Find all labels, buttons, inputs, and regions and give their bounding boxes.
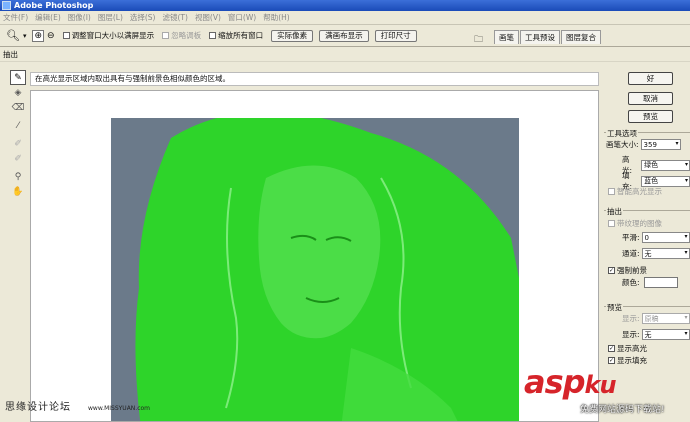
print-size-button[interactable]: 打印尺寸 <box>374 29 417 42</box>
eraser-tool[interactable]: ⌫ <box>10 100 26 115</box>
checkbox-box[interactable]: ✓ <box>608 345 615 352</box>
preview-button[interactable]: 预览 <box>628 110 673 123</box>
chevron-down-icon[interactable]: ▾ <box>685 177 688 184</box>
brush-size-input[interactable]: 359 ▾ <box>640 139 681 150</box>
image-preview[interactable] <box>111 118 519 421</box>
zoom-tool[interactable]: ⚲ <box>10 169 26 184</box>
zoom-tool-icon[interactable]: 🔍︎ <box>6 29 20 42</box>
extract-toolbar: ✎ ◈ ⌫ ⁄ ✐ ✐ ⚲ ✋ <box>8 70 28 199</box>
checkbox-box[interactable] <box>209 32 217 39</box>
cancel-button[interactable]: 取消 <box>628 92 673 105</box>
force-foreground-checkbox[interactable]: ✓ 强制前景 <box>608 265 647 276</box>
zoom-in-icon[interactable]: ⊕ <box>32 29 45 42</box>
chevron-down-icon[interactable]: ▾ <box>685 161 688 168</box>
textured-image-checkbox[interactable]: 带纹理的图像 <box>608 218 662 229</box>
tab-layer-comps[interactable]: 图层复合 <box>561 30 601 44</box>
highlight-select[interactable]: 绿色 ▾ <box>641 159 690 171</box>
ignore-palettes-checkbox[interactable]: 忽略调板 <box>162 30 201 41</box>
checkbox-box[interactable] <box>608 220 615 227</box>
menu-select[interactable]: 选择(S) <box>130 12 156 23</box>
fit-window-checkbox[interactable]: 调整窗口大小以满屏显示 <box>62 30 154 41</box>
smooth-input[interactable]: 0 ▾ <box>641 232 690 243</box>
checkbox-box[interactable]: ✓ <box>608 267 615 274</box>
preview-label: 预览 <box>606 302 623 313</box>
hand-tool[interactable]: ✋ <box>10 184 26 199</box>
dialog-title: 抽出 <box>0 47 690 62</box>
show-select[interactable]: 原稿 ▾ <box>641 313 690 324</box>
marker-icon: ✎ <box>14 72 22 83</box>
tool-options-label: 工具选项 <box>606 128 638 139</box>
chevron-down-icon[interactable]: ▾ <box>23 32 27 40</box>
chevron-down-icon[interactable]: ▾ <box>685 314 688 321</box>
channel-select[interactable]: 无 ▾ <box>641 248 690 259</box>
menu-layer[interactable]: 图层(L) <box>98 12 123 23</box>
menu-edit[interactable]: 编辑(E) <box>35 12 61 23</box>
hint-text: 在高光显示区域内取出具有与强制前景色相似颜色的区域。 <box>30 72 599 86</box>
watermark-logo: aspku <box>524 363 617 401</box>
color-swatch[interactable] <box>643 277 678 288</box>
tab-tool-presets[interactable]: 工具预设 <box>520 30 560 44</box>
checkbox-box[interactable] <box>608 188 615 195</box>
menu-window[interactable]: 窗口(W) <box>228 12 256 23</box>
checkbox-box[interactable] <box>162 32 170 39</box>
eyedropper-tool[interactable]: ⁄ <box>10 118 26 133</box>
eraser-icon: ⌫ <box>11 102 25 113</box>
extraction-label: 抽出 <box>606 206 623 217</box>
preview-canvas[interactable] <box>30 90 599 422</box>
brush-size-row: 画笔大小: 359 ▾ <box>606 139 681 150</box>
show-row: 显示: 原稿 ▾ <box>622 313 690 324</box>
palette-well: 🗀 画笔 工具预设 图层复合 <box>474 30 602 45</box>
show-highlight-checkbox[interactable]: ✓ 显示高光 <box>608 343 647 354</box>
highlight-overlay <box>135 118 519 421</box>
menu-help[interactable]: 帮助(H) <box>263 12 290 23</box>
checkbox-box[interactable] <box>62 32 70 39</box>
tab-brushes[interactable]: 画笔 <box>494 30 519 44</box>
smart-highlight-checkbox[interactable]: 智能高光显示 <box>608 186 662 197</box>
watermark-subtitle: 免费网站源码下载站! <box>580 405 665 415</box>
cleanup-tool[interactable]: ✐ <box>10 136 26 151</box>
chevron-down-icon[interactable]: ▾ <box>685 249 688 256</box>
hand-icon: ✋ <box>12 186 24 197</box>
menu-bar: 文件(F) 编辑(E) 图像(I) 图层(L) 选择(S) 滤镜(T) 视图(V… <box>0 11 690 25</box>
display-select[interactable]: 无 ▾ <box>641 329 690 340</box>
fill-tool[interactable]: ◈ <box>10 85 26 100</box>
eyedropper-icon: ⁄ <box>17 120 19 131</box>
zoom-out-icon[interactable]: ⊖ <box>47 31 55 41</box>
magnifier-icon: ⚲ <box>14 171 22 182</box>
display-row: 显示: 无 ▾ <box>622 329 690 340</box>
photoshop-icon <box>2 1 11 10</box>
brush-icon: ✐ <box>14 153 22 164</box>
title-bar: Adobe Photoshop <box>0 0 690 11</box>
ok-button[interactable]: 好 <box>628 72 673 85</box>
fill-select[interactable]: 蓝色 ▾ <box>641 175 690 187</box>
chevron-down-icon[interactable]: ▾ <box>685 330 688 337</box>
actual-pixels-button[interactable]: 实际像素 <box>271 29 314 42</box>
window-title: Adobe Photoshop <box>14 1 94 10</box>
smooth-row: 平滑: 0 ▾ <box>622 232 690 243</box>
chevron-down-icon[interactable]: ▾ <box>685 233 688 240</box>
edge-touchup-tool[interactable]: ✐ <box>10 151 26 166</box>
menu-filter[interactable]: 滤镜(T) <box>163 12 188 23</box>
watermark-left-url: www.MISSYUAN.com <box>88 405 151 412</box>
channel-row: 通道: 无 ▾ <box>622 248 690 259</box>
brush-icon: ✐ <box>14 138 22 149</box>
zoom-all-windows-checkbox[interactable]: 缩放所有窗口 <box>209 30 263 41</box>
menu-view[interactable]: 视图(V) <box>195 12 221 23</box>
chevron-down-icon[interactable]: ▾ <box>676 140 679 147</box>
menu-image[interactable]: 图像(I) <box>68 12 91 23</box>
fit-screen-button[interactable]: 满画布显示 <box>319 29 369 42</box>
menu-file[interactable]: 文件(F) <box>3 12 28 23</box>
watermark-left: 思缘设计论坛 <box>5 402 71 413</box>
color-row: 颜色: <box>622 277 678 288</box>
edge-highlighter-tool[interactable]: ✎ <box>10 70 26 85</box>
file-browser-icon[interactable]: 🗀 <box>474 32 486 45</box>
paint-bucket-icon: ◈ <box>14 87 22 98</box>
